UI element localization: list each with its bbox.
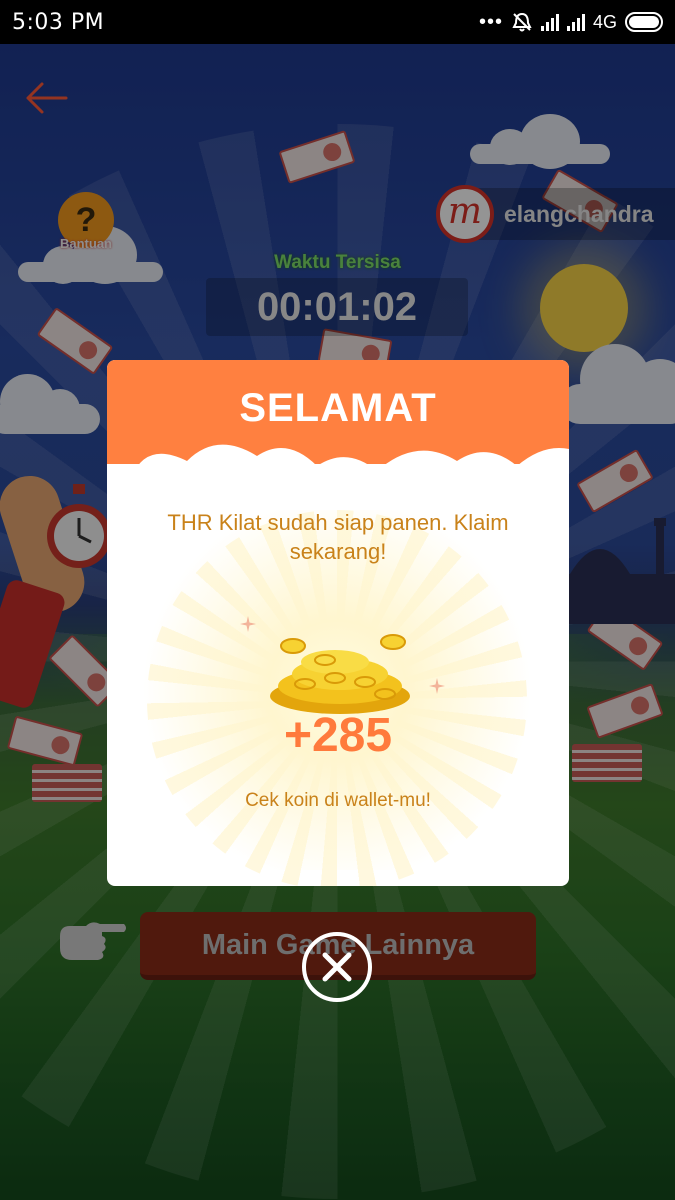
modal-message: THR Kilat sudah siap panen. Klaim sekara… — [167, 510, 509, 564]
status-icons: ••• 4G — [479, 11, 663, 34]
coin-amount: +285 — [283, 709, 393, 762]
sparkle-icon — [429, 678, 445, 694]
signal-icon — [540, 13, 559, 31]
status-bar: 5:03 PM ••• 4G — [0, 0, 675, 44]
game-screen: ? Bantuan m elangchandra Waktu Tersisa 0… — [0, 44, 675, 1200]
coins-icon — [270, 634, 410, 714]
sparkle-icon — [240, 616, 256, 632]
modal-title: SELAMAT — [239, 386, 437, 430]
close-icon[interactable] — [302, 932, 372, 1002]
battery-icon — [625, 12, 663, 32]
alarm-off-icon — [512, 12, 532, 32]
reward-modal: SELAMAT THR Kilat sudah siap panen. Klai… — [107, 360, 569, 886]
more-dots-icon: ••• — [478, 10, 503, 33]
wallet-note: Cek koin di wallet-mu! — [245, 790, 431, 811]
status-time: 5:03 PM — [12, 9, 105, 35]
cloud-scallop-decoration — [107, 444, 569, 516]
signal-icon — [566, 13, 585, 31]
network-type: 4G — [592, 11, 617, 32]
